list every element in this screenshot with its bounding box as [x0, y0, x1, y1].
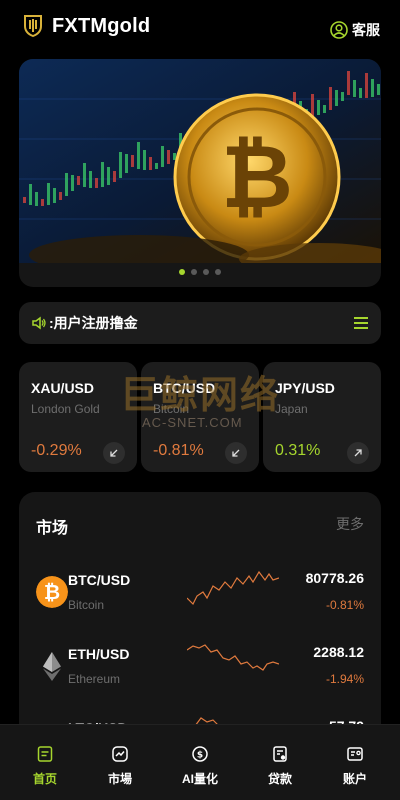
quote-name: London Gold: [31, 402, 100, 416]
nav-account[interactable]: 账户: [315, 725, 395, 800]
nav-label: 市場: [107, 772, 132, 786]
bitcoin-banner-image: ₿: [19, 59, 381, 263]
market-name: Bitcoin: [68, 598, 105, 612]
bottom-nav: 首页 市場 $ AI量化 贷款 账户: [0, 724, 400, 800]
top-bar: FXTMgold 客服: [0, 0, 400, 56]
svg-text:$: $: [197, 751, 203, 761]
market-name: Ethereum: [68, 672, 121, 686]
market-price: 80778.26: [305, 570, 364, 586]
promo-banner[interactable]: ₿: [19, 59, 381, 287]
market-pair: BTC/USD: [68, 572, 131, 588]
nav-label: 首页: [32, 772, 57, 786]
quote-name: Bitcoin: [153, 402, 190, 416]
quote-change: 0.31%: [275, 442, 321, 459]
arrow-up-right-icon: [347, 442, 369, 464]
sparkline: [187, 570, 279, 606]
ai-quant-icon: $: [192, 746, 208, 762]
market-row[interactable]: ₿ BTC/USD Bitcoin 80778.26 -0.81%: [19, 564, 381, 632]
quote-symbol: XAU/USD: [31, 380, 95, 396]
quick-quotes: XAU/USD London Gold -0.29% BTC/USD Bitco…: [19, 362, 400, 474]
sparkline: [187, 644, 279, 671]
banner-dot[interactable]: [179, 269, 185, 275]
menu-icon[interactable]: [353, 316, 369, 330]
quote-card-btc[interactable]: BTC/USD Bitcoin -0.81%: [141, 362, 259, 472]
customer-service-label: 客服: [352, 22, 380, 38]
home-icon: [37, 746, 53, 762]
banner-dot[interactable]: [215, 269, 221, 275]
nav-label: 贷款: [267, 772, 292, 786]
customer-service-button[interactable]: 客服: [330, 20, 380, 40]
market-change: -1.94%: [325, 672, 364, 686]
market-price: 2288.12: [313, 644, 364, 660]
loan-icon: [273, 746, 287, 762]
market-row[interactable]: ETH/USD Ethereum 2288.12 -1.94%: [19, 638, 381, 706]
svg-text:₿: ₿: [221, 125, 293, 228]
app-title: FXTMgold: [52, 15, 151, 37]
quote-change: -0.29%: [31, 442, 82, 459]
banner-pagination: [19, 269, 381, 275]
bitcoin-icon: ₿: [36, 576, 68, 608]
nav-label: AI量化: [181, 772, 218, 786]
banner-dot[interactable]: [203, 269, 209, 275]
quote-name: Japan: [275, 402, 308, 416]
nav-loan[interactable]: 贷款: [240, 725, 320, 800]
market-pair: ETH/USD: [68, 646, 130, 662]
quote-symbol: BTC/USD: [153, 380, 216, 396]
arrow-down-left-icon: [103, 442, 125, 464]
nav-label: 账户: [342, 772, 367, 786]
svg-text:₿: ₿: [44, 580, 60, 604]
logo-icon: [24, 15, 42, 38]
nav-market[interactable]: 市場: [80, 725, 160, 800]
notice-bar[interactable]: :用户注册撸金: [19, 302, 381, 344]
ethereum-icon: [43, 652, 61, 681]
quote-symbol: JPY/USD: [275, 380, 335, 396]
notice-text: :用户注册撸金: [49, 315, 138, 331]
banner-dot[interactable]: [191, 269, 197, 275]
arrow-down-left-icon: [225, 442, 247, 464]
account-icon: [347, 747, 363, 761]
quote-change: -0.81%: [153, 442, 204, 459]
market-change: -0.81%: [325, 598, 364, 612]
quote-card-xau[interactable]: XAU/USD London Gold -0.29%: [19, 362, 137, 472]
more-link[interactable]: 更多: [336, 514, 364, 534]
speaker-icon: [32, 316, 46, 330]
user-icon: [330, 21, 348, 39]
market-icon: [112, 746, 128, 762]
market-title: 市场: [36, 520, 69, 537]
quote-card-jpy[interactable]: JPY/USD Japan 0.31%: [263, 362, 381, 472]
nav-home[interactable]: 首页: [5, 725, 85, 800]
nav-ai-quant[interactable]: $ AI量化: [160, 725, 240, 800]
